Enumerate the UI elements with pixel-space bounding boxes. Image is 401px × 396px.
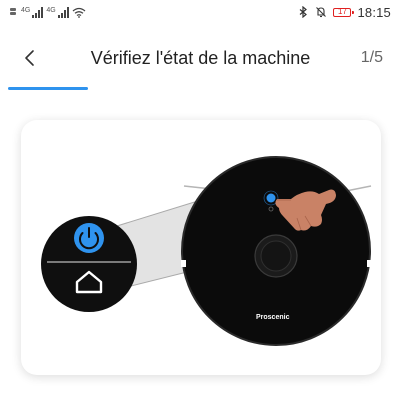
- step-counter: 1/5: [360, 49, 383, 66]
- battery-icon: 17: [333, 6, 355, 17]
- status-right: 17 18:15: [297, 4, 391, 20]
- signal-icon: 4G: [21, 7, 44, 18]
- network-tag: 4G: [21, 7, 31, 14]
- progress-track: [0, 87, 401, 90]
- progress-bar: [8, 87, 88, 90]
- bluetooth-icon: [300, 6, 308, 18]
- robot-illustration: Proscenic: [41, 156, 372, 346]
- brand-label: Proscenic: [256, 314, 290, 321]
- status-left: 4G 4G: [10, 6, 86, 18]
- clock: 18:15: [357, 4, 391, 20]
- sim-icon: [10, 8, 18, 18]
- power-icon: [74, 223, 104, 253]
- instruction-card: Proscenic: [21, 120, 381, 375]
- screen: 4G 4G 17 18:15 Vérifiez l'état de la mac…: [0, 0, 401, 396]
- battery-level: 17: [338, 6, 347, 16]
- app-header: Vérifiez l'état de la machine 1/5: [0, 36, 401, 80]
- page-title: Vérifiez l'état de la machine: [90, 48, 311, 68]
- network-tag: 4G: [46, 7, 56, 14]
- wifi-icon: [72, 7, 86, 18]
- robot-power-button: [266, 193, 276, 203]
- mute-icon: [316, 7, 327, 18]
- status-bar: 4G 4G 17 18:15: [0, 0, 401, 26]
- signal-icon: 4G: [46, 7, 69, 18]
